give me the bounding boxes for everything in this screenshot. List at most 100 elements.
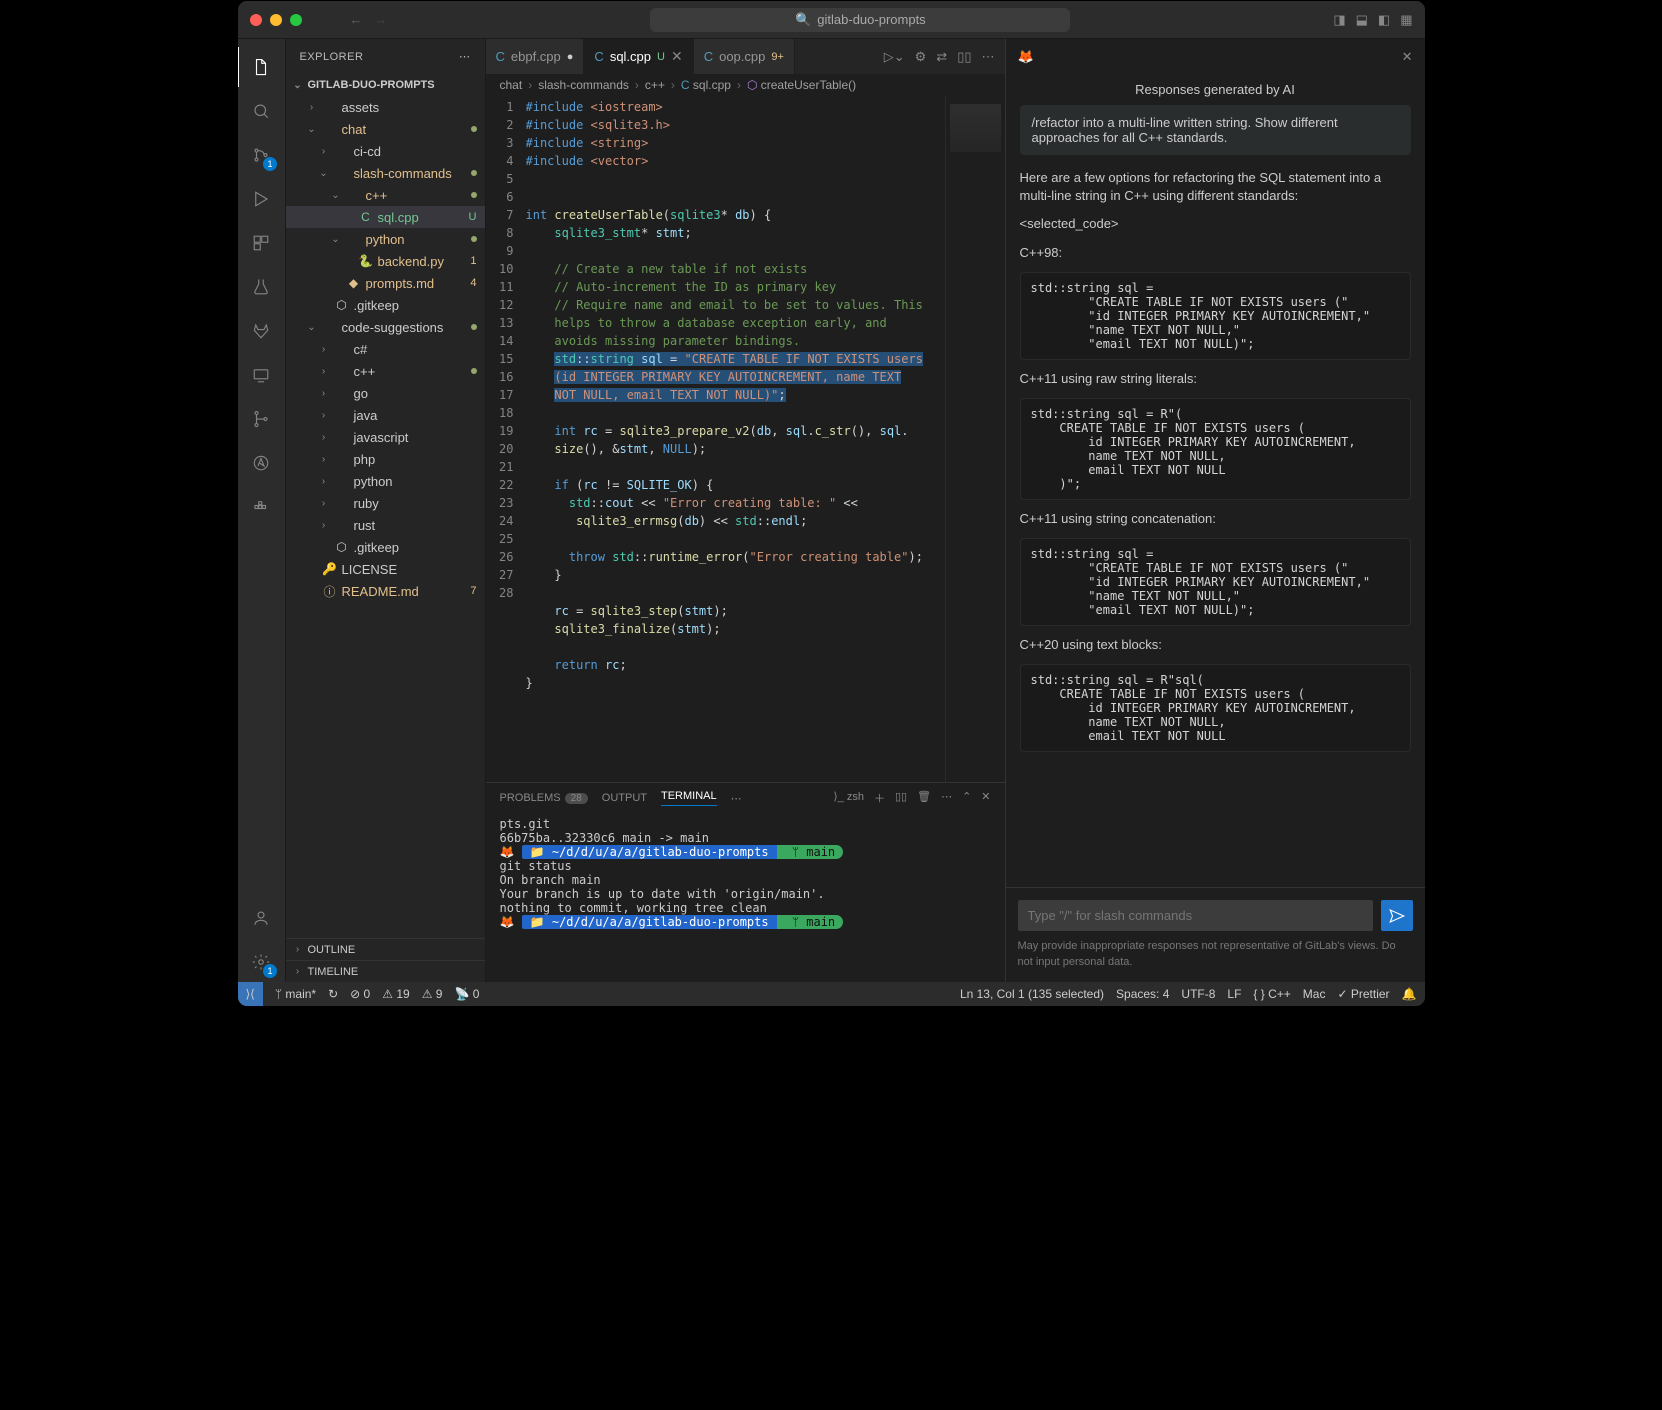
ai-input[interactable] bbox=[1018, 900, 1373, 931]
settings-icon[interactable]: ⚙ bbox=[915, 49, 927, 65]
panel-tab-problems[interactable]: PROBLEMS28 bbox=[500, 792, 588, 804]
status-lang[interactable]: { } C++ bbox=[1253, 987, 1290, 1001]
split-icon[interactable]: ▯▯ bbox=[957, 49, 971, 65]
terminal-kill-icon[interactable]: 🗑 bbox=[917, 790, 931, 806]
status-eol[interactable]: LF bbox=[1227, 987, 1241, 1001]
ai-close-icon[interactable]: ✕ bbox=[1402, 49, 1413, 65]
more-icon[interactable]: ⋯ bbox=[982, 49, 995, 65]
ai-code-block[interactable]: std::string sql = R"sql( CREATE TABLE IF… bbox=[1020, 664, 1411, 752]
code-content[interactable]: #include <iostream> #include <sqlite3.h>… bbox=[526, 96, 945, 782]
layout-customize-icon[interactable]: ▦ bbox=[1400, 12, 1412, 28]
status-encoding[interactable]: UTF-8 bbox=[1181, 987, 1215, 1001]
tree-item-slash-commands[interactable]: ⌄slash-commands bbox=[286, 162, 485, 184]
sidebar-more-icon[interactable]: ⋯ bbox=[459, 50, 471, 63]
tree-item-rust[interactable]: ›rust bbox=[286, 514, 485, 536]
activity-testing[interactable] bbox=[237, 267, 285, 307]
tree-item-javascript[interactable]: ›javascript bbox=[286, 426, 485, 448]
tree-item-c-[interactable]: ⌄c++ bbox=[286, 184, 485, 206]
tab-close-icon[interactable]: ✕ bbox=[671, 48, 683, 65]
compare-icon[interactable]: ⇄ bbox=[936, 49, 947, 65]
activity-explorer[interactable] bbox=[237, 47, 285, 87]
tree-item-ruby[interactable]: ›ruby bbox=[286, 492, 485, 514]
breadcrumb-item[interactable]: C sql.cpp bbox=[681, 78, 731, 92]
activity-extensions[interactable] bbox=[237, 223, 285, 263]
panel-close-icon[interactable]: ✕ bbox=[981, 790, 990, 806]
nav-back-icon[interactable]: ← bbox=[350, 12, 363, 27]
code-editor[interactable]: 1234567891011121314151617181920212223242… bbox=[486, 96, 1005, 782]
activity-run[interactable] bbox=[237, 179, 285, 219]
panel-more-icon[interactable]: ⋯ bbox=[731, 792, 742, 805]
activity-remote[interactable] bbox=[237, 355, 285, 395]
activity-gitlab[interactable] bbox=[237, 311, 285, 351]
timeline-section[interactable]: ›TIMELINE bbox=[286, 960, 485, 982]
tab-ebpf-cpp[interactable]: Cebpf.cpp● bbox=[486, 39, 585, 74]
command-center[interactable]: 🔍 gitlab-duo-prompts bbox=[650, 8, 1070, 32]
run-icon[interactable]: ▷⌄ bbox=[884, 49, 905, 65]
ai-code-block[interactable]: std::string sql = R"( CREATE TABLE IF NO… bbox=[1020, 398, 1411, 500]
terminal-shell[interactable]: ⟩_ zsh bbox=[833, 790, 864, 806]
breadcrumb-item[interactable]: slash-commands bbox=[538, 78, 629, 92]
activity-account[interactable] bbox=[237, 898, 285, 938]
tree-item-go[interactable]: ›go bbox=[286, 382, 485, 404]
window-maximize[interactable] bbox=[290, 14, 302, 26]
status-formatter[interactable]: ✓ Prettier bbox=[1337, 987, 1389, 1001]
activity-settings[interactable]: 1 bbox=[237, 942, 285, 982]
tree-item-php[interactable]: ›php bbox=[286, 448, 485, 470]
explorer-root[interactable]: ⌄ GITLAB-DUO-PROMPTS bbox=[286, 74, 485, 96]
tree-item-backend-py[interactable]: 🐍backend.py1 bbox=[286, 250, 485, 272]
ai-code-block[interactable]: std::string sql = "CREATE TABLE IF NOT E… bbox=[1020, 538, 1411, 626]
breadcrumb-item[interactable]: ⬡ createUserTable() bbox=[747, 78, 856, 92]
status-warnings[interactable]: ⚠ 19 bbox=[382, 987, 409, 1001]
window-minimize[interactable] bbox=[270, 14, 282, 26]
activity-git-graph[interactable] bbox=[237, 399, 285, 439]
status-ports[interactable]: 📡 0 bbox=[454, 987, 479, 1001]
layout-right-icon[interactable]: ◧ bbox=[1378, 12, 1390, 28]
tree-item-ci-cd[interactable]: ›ci-cd bbox=[286, 140, 485, 162]
status-other-warnings[interactable]: ⚠ 9 bbox=[422, 987, 443, 1001]
tree-item-java[interactable]: ›java bbox=[286, 404, 485, 426]
panel-tab-terminal[interactable]: TERMINAL bbox=[661, 790, 717, 806]
status-spaces[interactable]: Spaces: 4 bbox=[1116, 987, 1169, 1001]
tree-item--gitkeep[interactable]: ⬡.gitkeep bbox=[286, 536, 485, 558]
panel-tab-output[interactable]: OUTPUT bbox=[602, 792, 647, 804]
activity-search[interactable] bbox=[237, 91, 285, 131]
status-branch[interactable]: ᛘ main* bbox=[275, 987, 316, 1001]
layout-bottom-icon[interactable]: ⬓ bbox=[1356, 12, 1368, 28]
tab-sql-cpp[interactable]: Csql.cppU✕ bbox=[584, 39, 693, 74]
tree-item-c-[interactable]: ›c++ bbox=[286, 360, 485, 382]
ai-send-button[interactable] bbox=[1381, 900, 1413, 931]
tree-item-python[interactable]: ›python bbox=[286, 470, 485, 492]
ai-response-scroll[interactable]: /refactor into a multi-line written stri… bbox=[1006, 105, 1425, 887]
panel-more-icon-2[interactable]: ⋯ bbox=[941, 790, 952, 806]
status-os[interactable]: Mac bbox=[1303, 987, 1326, 1001]
status-remote[interactable]: ⟩⟨ bbox=[238, 982, 263, 1006]
status-sync[interactable]: ↻ bbox=[328, 987, 338, 1001]
breadcrumb-item[interactable]: c++ bbox=[645, 78, 665, 92]
layout-left-icon[interactable]: ◨ bbox=[1333, 12, 1345, 28]
panel-maximize-icon[interactable]: ⌃ bbox=[962, 790, 971, 806]
ai-code-block[interactable]: std::string sql = "CREATE TABLE IF NOT E… bbox=[1020, 272, 1411, 360]
terminal-split-icon[interactable]: ▯▯ bbox=[895, 790, 907, 806]
tree-item-assets[interactable]: ›assets bbox=[286, 96, 485, 118]
tree-item-c-[interactable]: ›c# bbox=[286, 338, 485, 360]
tree-item-LICENSE[interactable]: 🔑LICENSE bbox=[286, 558, 485, 580]
window-close[interactable] bbox=[250, 14, 262, 26]
minimap[interactable] bbox=[945, 96, 1005, 782]
tree-item-python[interactable]: ⌄python bbox=[286, 228, 485, 250]
status-errors[interactable]: ⊘ 0 bbox=[350, 987, 370, 1001]
breadcrumb[interactable]: chat›slash-commands›c++›C sql.cpp›⬡ crea… bbox=[486, 74, 1005, 96]
status-cursor[interactable]: Ln 13, Col 1 (135 selected) bbox=[960, 987, 1104, 1001]
tree-item-prompts-md[interactable]: ◆prompts.md4 bbox=[286, 272, 485, 294]
tree-item-code-suggestions[interactable]: ⌄code-suggestions bbox=[286, 316, 485, 338]
tree-item-README-md[interactable]: ⓘREADME.md7 bbox=[286, 580, 485, 602]
status-bell-icon[interactable]: 🔔 bbox=[1402, 987, 1417, 1001]
outline-section[interactable]: ›OUTLINE bbox=[286, 938, 485, 960]
terminal-add-icon[interactable]: ＋ bbox=[874, 790, 885, 806]
tab-oop-cpp[interactable]: Coop.cpp9+ bbox=[694, 39, 795, 74]
tree-item--gitkeep[interactable]: ⬡.gitkeep bbox=[286, 294, 485, 316]
activity-docker[interactable] bbox=[237, 487, 285, 527]
tree-item-sql-cpp[interactable]: Csql.cppU bbox=[286, 206, 485, 228]
activity-ansible[interactable] bbox=[237, 443, 285, 483]
terminal-content[interactable]: pts.git 66b75ba..32330c6 main -> main 🦊 … bbox=[486, 813, 1005, 982]
breadcrumb-item[interactable]: chat bbox=[500, 78, 523, 92]
